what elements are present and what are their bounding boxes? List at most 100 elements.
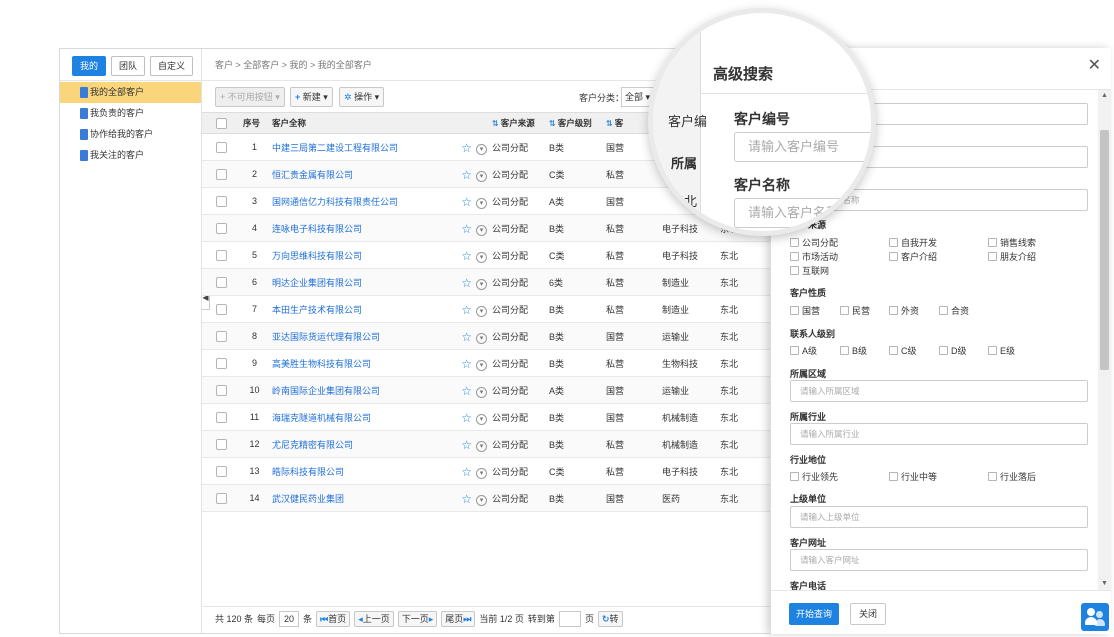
checkbox[interactable] bbox=[889, 238, 898, 247]
column-header-no[interactable]: 序号 bbox=[240, 112, 269, 134]
chevron-down-icon[interactable]: ▾ bbox=[476, 495, 487, 507]
scroll-up-icon[interactable]: ▲ bbox=[1098, 90, 1111, 102]
new-button[interactable]: + 新建 ▾ bbox=[290, 87, 333, 107]
row-checkbox[interactable] bbox=[216, 303, 227, 315]
checkbox[interactable] bbox=[939, 346, 948, 355]
next-page-button[interactable]: 下一页▸ bbox=[397, 610, 438, 627]
customer-name[interactable]: 皓际科技有限公司 ☆ ▾ bbox=[269, 457, 489, 485]
star-icon[interactable]: ☆ bbox=[461, 141, 472, 155]
customer-name[interactable]: 中建三局第二建设工程有限公司 ☆ ▾ bbox=[269, 133, 489, 161]
row-checkbox[interactable] bbox=[216, 195, 227, 207]
checkbox[interactable] bbox=[988, 346, 997, 355]
table-row[interactable]: 6 明达企业集团有限公司 ☆ ▾ 公司分配 6类 私营 制造业 东北 bbox=[202, 268, 772, 296]
customer-name-link[interactable]: 国网通信亿力科技有限责任公司 bbox=[272, 197, 398, 207]
column-header-source[interactable]: ⇅ 客户来源 bbox=[489, 112, 546, 134]
row-checkbox[interactable] bbox=[216, 168, 227, 180]
chevron-down-icon[interactable]: ▾ bbox=[476, 360, 487, 372]
checkbox[interactable] bbox=[939, 306, 948, 315]
star-icon[interactable]: ☆ bbox=[461, 330, 472, 344]
table-row[interactable]: 9 高美胜生物科技有限公司 ☆ ▾ 公司分配 B类 私营 生物科技 东北 bbox=[202, 349, 772, 377]
customer-name[interactable]: 恒汇贵金属有限公司 ☆ ▾ bbox=[269, 160, 489, 188]
row-checkbox[interactable] bbox=[216, 492, 227, 504]
checkbox[interactable] bbox=[988, 252, 997, 261]
nature-option[interactable]: 合资 bbox=[939, 304, 969, 317]
star-icon[interactable]: ☆ bbox=[461, 222, 472, 236]
go-button[interactable]: ↻转 bbox=[597, 610, 623, 627]
table-row[interactable]: 13 皓际科技有限公司 ☆ ▾ 公司分配 C类 私营 电子科技 东北 bbox=[202, 457, 772, 485]
checkbox[interactable] bbox=[840, 346, 849, 355]
table-row[interactable]: 7 本田生产技术有限公司 ☆ ▾ 公司分配 B类 私营 制造业 东北 bbox=[202, 295, 772, 323]
sidebar-item-shared[interactable]: 协作给我的客户 bbox=[60, 124, 201, 145]
row-checkbox[interactable] bbox=[216, 141, 227, 153]
row-checkbox[interactable] bbox=[216, 384, 227, 396]
customer-name[interactable]: 岭南国际企业集团有限公司 ☆ ▾ bbox=[269, 376, 489, 404]
checkbox[interactable] bbox=[889, 252, 898, 261]
customer-name[interactable]: 海瑞克隧道机械有限公司 ☆ ▾ bbox=[269, 403, 489, 431]
checkbox[interactable] bbox=[889, 346, 898, 355]
checkbox[interactable] bbox=[840, 306, 849, 315]
customer-name-link[interactable]: 亚达国际货运代理有限公司 bbox=[272, 332, 380, 342]
chevron-down-icon[interactable]: ▾ bbox=[476, 252, 487, 264]
customer-name[interactable]: 尤尼克精密有限公司 ☆ ▾ bbox=[269, 430, 489, 458]
star-icon[interactable]: ☆ bbox=[461, 303, 472, 317]
checkbox[interactable] bbox=[988, 238, 997, 247]
customer-name-link[interactable]: 连咏电子科技有限公司 bbox=[272, 224, 362, 234]
chevron-down-icon[interactable]: ▾ bbox=[476, 468, 487, 480]
customer-name-link[interactable]: 万向思维科技有限公司 bbox=[272, 251, 362, 261]
star-icon[interactable]: ☆ bbox=[461, 492, 472, 506]
checkbox[interactable] bbox=[790, 472, 799, 481]
customer-name[interactable]: 万向思维科技有限公司 ☆ ▾ bbox=[269, 241, 489, 269]
row-checkbox[interactable] bbox=[216, 411, 227, 423]
checkbox[interactable] bbox=[790, 266, 799, 275]
customer-name-link[interactable]: 恒汇贵金属有限公司 bbox=[272, 170, 353, 180]
table-row[interactable]: 14 武汉健民药业集团 ☆ ▾ 公司分配 B类 国营 医药 东北 bbox=[202, 484, 772, 512]
website-input[interactable]: 请输入客户网址 bbox=[790, 549, 1088, 571]
table-row[interactable]: 8 亚达国际货运代理有限公司 ☆ ▾ 公司分配 B类 国营 运输业 东北 bbox=[202, 322, 772, 350]
status-option[interactable]: 行业落后 bbox=[988, 470, 1036, 483]
customer-name[interactable]: 国网通信亿力科技有限责任公司 ☆ ▾ bbox=[269, 187, 489, 215]
row-checkbox[interactable] bbox=[216, 276, 227, 288]
customer-name[interactable]: 明达企业集团有限公司 ☆ ▾ bbox=[269, 268, 489, 296]
star-icon[interactable]: ☆ bbox=[461, 276, 472, 290]
goto-page-input[interactable] bbox=[558, 610, 581, 627]
first-page-button[interactable]: ⏮首页 bbox=[316, 610, 351, 627]
checkbox[interactable] bbox=[988, 472, 997, 481]
level-option[interactable]: E级 bbox=[988, 344, 1015, 357]
tab-team[interactable]: 团队 bbox=[111, 56, 146, 76]
source-option[interactable]: 公司分配 bbox=[790, 236, 838, 249]
customer-name-link[interactable]: 本田生产技术有限公司 bbox=[272, 305, 362, 315]
star-icon[interactable]: ☆ bbox=[461, 357, 472, 371]
level-option[interactable]: A级 bbox=[790, 344, 817, 357]
row-checkbox[interactable] bbox=[216, 438, 227, 450]
checkbox[interactable] bbox=[790, 306, 799, 315]
checkbox[interactable] bbox=[790, 346, 799, 355]
page-size-input[interactable]: 20 bbox=[279, 610, 300, 627]
star-icon[interactable]: ☆ bbox=[461, 411, 472, 425]
checkbox[interactable] bbox=[889, 306, 898, 315]
star-icon[interactable]: ☆ bbox=[461, 438, 472, 452]
chevron-down-icon[interactable]: ▾ bbox=[476, 306, 487, 318]
column-header-name[interactable]: 客户全称 bbox=[269, 112, 489, 134]
close-icon[interactable]: ✕ bbox=[1088, 58, 1101, 74]
close-button[interactable]: 关闭 bbox=[850, 603, 887, 625]
chevron-down-icon[interactable]: ▾ bbox=[476, 144, 487, 156]
chevron-down-icon[interactable]: ▾ bbox=[476, 225, 487, 237]
sidebar-item-followed[interactable]: 我关注的客户 bbox=[60, 145, 201, 166]
nature-option[interactable]: 国营 bbox=[790, 304, 820, 317]
region-input[interactable]: 请输入所属区域 bbox=[790, 380, 1088, 402]
nature-option[interactable]: 外资 bbox=[889, 304, 919, 317]
row-checkbox[interactable] bbox=[216, 222, 227, 234]
select-all-checkbox[interactable] bbox=[216, 117, 227, 129]
table-row[interactable]: 10 岭南国际企业集团有限公司 ☆ ▾ 公司分配 A类 国营 运输业 东北 bbox=[202, 376, 772, 404]
column-header-level[interactable]: ⇅ 客户级别 bbox=[546, 112, 603, 134]
star-icon[interactable]: ☆ bbox=[461, 249, 472, 263]
last-page-button[interactable]: 尾页⏭ bbox=[441, 610, 476, 627]
source-option[interactable]: 市场活动 bbox=[790, 250, 838, 263]
level-option[interactable]: D级 bbox=[939, 344, 967, 357]
table-row[interactable]: 12 尤尼克精密有限公司 ☆ ▾ 公司分配 B类 私营 机械制造 东北 bbox=[202, 430, 772, 458]
panel-scrollbar[interactable]: ▲ ▼ bbox=[1098, 90, 1111, 590]
chevron-down-icon[interactable]: ▾ bbox=[476, 387, 487, 399]
customer-name-link[interactable]: 武汉健民药业集团 bbox=[272, 494, 344, 504]
checkbox[interactable] bbox=[889, 472, 898, 481]
row-checkbox[interactable] bbox=[216, 357, 227, 369]
